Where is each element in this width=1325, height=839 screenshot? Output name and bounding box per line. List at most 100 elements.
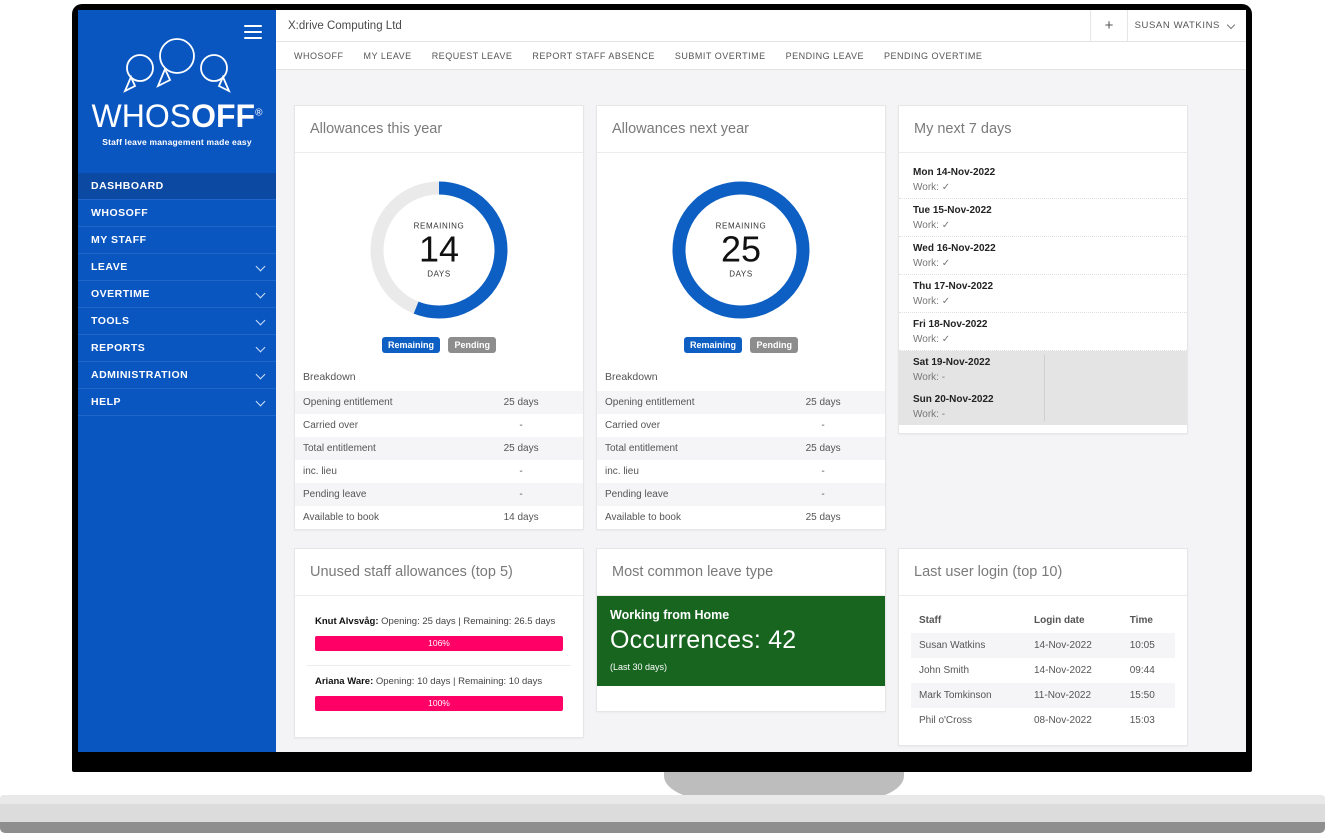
legend-remaining-badge[interactable]: Remaining bbox=[684, 337, 742, 353]
card-allowances-next-year: Allowances next year REMAINING 25 bbox=[596, 105, 886, 530]
allowance-staff-name: Knut Alvsvåg: bbox=[315, 616, 379, 627]
breakdown-value: 25 days bbox=[761, 437, 885, 460]
tab-my-leave[interactable]: MY LEAVE bbox=[364, 42, 412, 70]
login-date: 14-Nov-2022 bbox=[1026, 658, 1122, 683]
day-work-status: Work: - bbox=[913, 409, 1173, 420]
sidebar-item-dashboard[interactable]: DASHBOARD bbox=[78, 173, 276, 200]
sidebar-item-label: WHOSOFF bbox=[91, 207, 148, 219]
card-common-leave-type: Most common leave type Working from Home… bbox=[596, 548, 886, 712]
unused-allowances-list: Knut Alvsvåg: Opening: 25 days | Remaini… bbox=[295, 596, 583, 737]
add-button[interactable]: + bbox=[1090, 10, 1128, 41]
breakdown-title: Breakdown bbox=[597, 365, 885, 391]
day-date: Sun 20-Nov-2022 bbox=[913, 394, 1173, 405]
legend-next-year: Remaining Pending bbox=[597, 331, 885, 365]
login-staff: Susan Watkins bbox=[911, 633, 1026, 658]
breakdown-row: Total entitlement25 days bbox=[295, 437, 583, 460]
login-column-header: Time bbox=[1122, 608, 1175, 633]
tab-pending-leave[interactable]: PENDING LEAVE bbox=[786, 42, 864, 70]
breakdown-row: Total entitlement25 days bbox=[597, 437, 885, 460]
breakdown-label: Opening entitlement bbox=[295, 391, 459, 414]
day-entry: Sat 19-Nov-2022Work: - bbox=[899, 351, 1187, 388]
day-date: Sat 19-Nov-2022 bbox=[913, 357, 1173, 368]
login-table-header: StaffLogin dateTime bbox=[911, 608, 1175, 633]
hamburger-icon[interactable] bbox=[244, 25, 262, 39]
breakdown-row: Carried over- bbox=[597, 414, 885, 437]
sidebar-item-whosoff[interactable]: WHOSOFF bbox=[78, 200, 276, 227]
monitor-base-shadow bbox=[0, 822, 1325, 833]
breakdown-label: inc. lieu bbox=[597, 460, 761, 483]
chevron-down-icon bbox=[256, 343, 266, 353]
legend-this-year: Remaining Pending bbox=[295, 331, 583, 365]
donut-label-bottom: DAYS bbox=[364, 269, 514, 278]
last-login-table: StaffLogin dateTimeSusan Watkins14-Nov-2… bbox=[911, 608, 1175, 733]
sidebar-item-reports[interactable]: REPORTS bbox=[78, 335, 276, 362]
sidebar-item-help[interactable]: HELP bbox=[78, 389, 276, 416]
login-column-header: Login date bbox=[1026, 608, 1122, 633]
table-row: Susan Watkins14-Nov-202210:05 bbox=[911, 633, 1175, 658]
weekend-divider bbox=[1044, 355, 1045, 421]
breakdown-value: 25 days bbox=[459, 437, 583, 460]
logo-word-light: WHOS bbox=[92, 98, 192, 134]
breakdown-label: inc. lieu bbox=[295, 460, 459, 483]
sidebar-item-my-staff[interactable]: MY STAFF bbox=[78, 227, 276, 254]
table-row: John Smith14-Nov-202209:44 bbox=[911, 658, 1175, 683]
weekend-group: Sat 19-Nov-2022Work: - Sun 20-Nov-2022 Wor… bbox=[899, 351, 1187, 425]
day-date: Mon 14-Nov-2022 bbox=[913, 167, 1173, 178]
sidebar-item-leave[interactable]: LEAVE bbox=[78, 254, 276, 281]
breakdown-value: 25 days bbox=[761, 391, 885, 414]
legend-pending-badge[interactable]: Pending bbox=[448, 337, 496, 353]
breakdown-row: Available to book14 days bbox=[295, 506, 583, 529]
leave-type-name: Working from Home bbox=[610, 608, 872, 622]
breakdown-value: - bbox=[761, 460, 885, 483]
sidebar-item-administration[interactable]: ADMINISTRATION bbox=[78, 362, 276, 389]
chevron-down-icon bbox=[256, 289, 266, 299]
allowance-progress-bar: 106% bbox=[315, 636, 563, 651]
sidebar-item-tools[interactable]: TOOLS bbox=[78, 308, 276, 335]
card-last-login: Last user login (top 10) StaffLogin date… bbox=[898, 548, 1188, 746]
breakdown-label: Total entitlement bbox=[295, 437, 459, 460]
sidebar-item-label: DASHBOARD bbox=[91, 180, 164, 192]
login-column-header: Staff bbox=[911, 608, 1026, 633]
whosoff-people-icon bbox=[102, 36, 252, 98]
card-next-seven-days: My next 7 days Mon 14-Nov-2022Work: ✓Tue… bbox=[898, 105, 1188, 434]
login-date: 14-Nov-2022 bbox=[1026, 633, 1122, 658]
day-date: Wed 16-Nov-2022 bbox=[913, 243, 1173, 254]
breakdown-row: Pending leave- bbox=[295, 483, 583, 506]
allowance-row: Knut Alvsvåg: Opening: 25 days | Remaini… bbox=[307, 606, 571, 666]
table-row: Phil o'Cross08-Nov-202215:03 bbox=[911, 708, 1175, 733]
login-date: 11-Nov-2022 bbox=[1026, 683, 1122, 708]
breakdown-row: Opening entitlement25 days bbox=[597, 391, 885, 414]
sidebar-item-label: TOOLS bbox=[91, 315, 129, 327]
tab-bar: WHOSOFF MY LEAVE REQUEST LEAVE REPORT STAFF… bbox=[276, 42, 1246, 70]
sidebar-item-label: ADMINISTRATION bbox=[91, 369, 188, 381]
tab-pending-overtime[interactable]: PENDING OVERTIME bbox=[884, 42, 982, 70]
day-date: Fri 18-Nov-2022 bbox=[913, 319, 1173, 330]
donut-this-year: REMAINING 14 DAYS bbox=[295, 153, 583, 331]
days-list: Mon 14-Nov-2022Work: ✓Tue 15-Nov-2022Wor… bbox=[899, 153, 1187, 433]
breakdown-label: Available to book bbox=[597, 506, 761, 529]
tab-whosoff[interactable]: WHOSOFF bbox=[294, 42, 344, 70]
logo-wordmark: WHOSOFF® bbox=[78, 100, 276, 132]
user-menu[interactable]: SUSAN WATKINS bbox=[1129, 10, 1238, 41]
day-entry: Fri 18-Nov-2022Work: ✓ bbox=[899, 313, 1187, 351]
tab-submit-overtime[interactable]: SUBMIT OVERTIME bbox=[675, 42, 766, 70]
col-unused-allowances: Unused staff allowances (top 5) Knut Alv… bbox=[294, 548, 584, 746]
chevron-down-icon bbox=[256, 370, 266, 380]
breakdown-label: Available to book bbox=[295, 506, 459, 529]
sidebar-item-label: LEAVE bbox=[91, 261, 128, 273]
breakdown-value: - bbox=[761, 414, 885, 437]
legend-pending-badge[interactable]: Pending bbox=[750, 337, 798, 353]
allowance-label: Knut Alvsvåg: Opening: 25 days | Remaini… bbox=[315, 616, 563, 627]
breakdown-row: Available to book25 days bbox=[597, 506, 885, 529]
leave-type-occurrences: Occurrences: 42 bbox=[610, 626, 872, 655]
tab-request-leave[interactable]: REQUEST LEAVE bbox=[432, 42, 513, 70]
breakdown-value: 25 days bbox=[459, 391, 583, 414]
breakdown-row: inc. lieu- bbox=[295, 460, 583, 483]
breakdown-table-next-year: Opening entitlement25 daysCarried over-T… bbox=[597, 391, 885, 529]
legend-remaining-badge[interactable]: Remaining bbox=[382, 337, 440, 353]
sidebar: WHOSOFF® Staff leave management made eas… bbox=[78, 10, 276, 752]
day-entry: Sun 20-Nov-2022 Work: - bbox=[899, 388, 1187, 425]
card-title: Allowances this year bbox=[295, 106, 583, 153]
sidebar-item-overtime[interactable]: OVERTIME bbox=[78, 281, 276, 308]
tab-report-staff-absence[interactable]: REPORT STAFF ABSENCE bbox=[532, 42, 655, 70]
